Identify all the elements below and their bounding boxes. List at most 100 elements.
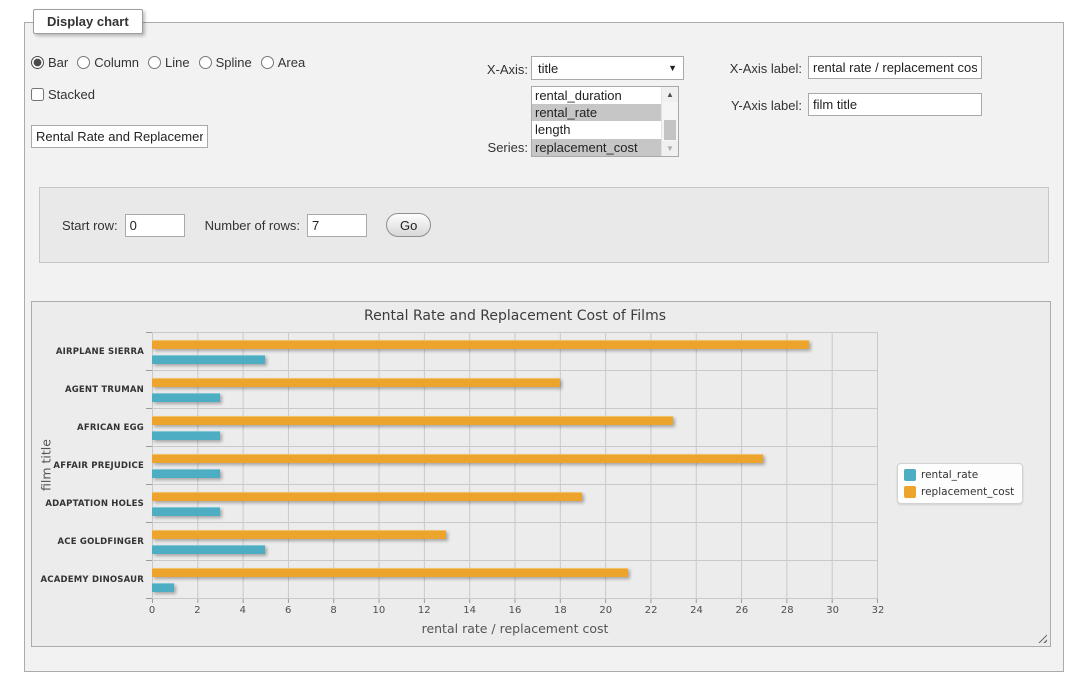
x-tick-label: 0: [149, 605, 155, 616]
chart-row: AFFAIR PREJUDICE: [152, 446, 877, 484]
series-option-length[interactable]: length: [532, 121, 661, 138]
chart-row: AIRPLANE SIERRA: [152, 332, 877, 370]
chart-row: ADAPTATION HOLES: [152, 484, 877, 522]
resize-grip-icon[interactable]: [1035, 631, 1047, 643]
bar-radio[interactable]: [31, 56, 44, 69]
category-label: ACE GOLDFINGER: [58, 537, 144, 547]
display-chart-panel: Display chart BarColumnLineSplineArea St…: [24, 22, 1064, 672]
chart-row: ACE GOLDFINGER: [152, 522, 877, 560]
chart-container: Rental Rate and Replacement Cost of Film…: [31, 301, 1051, 647]
chart-type-option-bar[interactable]: Bar: [31, 55, 68, 70]
x-axis-ticks: [152, 599, 878, 603]
x-tick-label: 8: [330, 605, 336, 616]
chart-type-radio-group: Bar Column Line Spline Area: [31, 55, 305, 70]
scroll-down-icon[interactable]: ▼: [662, 141, 678, 156]
stacked-checkbox[interactable]: [31, 88, 44, 101]
start-row-label: Start row:: [62, 218, 118, 233]
chart-legend: rental_rate replacement_cost: [897, 463, 1023, 504]
bar-replacement_cost[interactable]: [152, 530, 446, 539]
x-axis-select-label: X-Axis:: [445, 62, 528, 77]
x-axis-select[interactable]: title ▼: [531, 56, 684, 80]
scrollbar-thumb[interactable]: [664, 120, 676, 140]
category-label: AFRICAN EGG: [77, 423, 144, 433]
bar-rental_rate[interactable]: [152, 355, 265, 364]
stacked-checkbox-row[interactable]: Stacked: [31, 87, 95, 102]
chart-type-option-line[interactable]: Line: [148, 55, 190, 70]
stacked-label: Stacked: [48, 87, 95, 102]
chart-row: AGENT TRUMAN: [152, 370, 877, 408]
chart-y-axis-title: film title: [39, 439, 54, 491]
radio-label: Bar: [48, 55, 68, 70]
category-label: ACADEMY DINOSAUR: [41, 575, 144, 585]
chart-type-option-spline[interactable]: Spline: [199, 55, 252, 70]
x-tick-label: 32: [872, 605, 885, 616]
x-tick-label: 14: [463, 605, 476, 616]
bar-rental_rate[interactable]: [152, 545, 265, 554]
legend-label: rental_rate: [921, 469, 978, 481]
chart-title: Rental Rate and Replacement Cost of Film…: [152, 308, 878, 324]
bar-replacement_cost[interactable]: [152, 340, 809, 349]
panel-title: Display chart: [33, 9, 143, 34]
go-button[interactable]: Go: [386, 213, 431, 237]
category-label: AFFAIR PREJUDICE: [53, 461, 144, 471]
start-row-input[interactable]: [125, 214, 185, 237]
series-option-rental_duration[interactable]: rental_duration: [532, 87, 661, 104]
bar-rental_rate[interactable]: [152, 583, 174, 592]
chart-type-option-column[interactable]: Column: [77, 55, 139, 70]
bar-replacement_cost[interactable]: [152, 492, 582, 501]
category-label: AGENT TRUMAN: [65, 385, 144, 395]
bar-replacement_cost[interactable]: [152, 454, 763, 463]
chart-title-input[interactable]: [31, 125, 208, 148]
radio-label: Column: [94, 55, 139, 70]
line-radio[interactable]: [148, 56, 161, 69]
bar-rental_rate[interactable]: [152, 507, 220, 516]
x-tick-label: 6: [285, 605, 291, 616]
category-label: ADAPTATION HOLES: [45, 499, 144, 509]
x-axis-label-input[interactable]: [808, 56, 982, 79]
legend-swatch: [904, 469, 916, 481]
x-tick-label: 30: [826, 605, 839, 616]
x-tick-label: 2: [194, 605, 200, 616]
chart-row: AFRICAN EGG: [152, 408, 877, 446]
area-radio[interactable]: [261, 56, 274, 69]
listbox-scrollbar[interactable]: ▲ ▼: [661, 87, 678, 156]
legend-swatch: [904, 486, 916, 498]
chart-type-option-area[interactable]: Area: [261, 55, 305, 70]
x-tick-label: 4: [240, 605, 246, 616]
x-tick-label: 24: [690, 605, 703, 616]
chart-x-axis-title: rental rate / replacement cost: [152, 621, 878, 636]
y-axis-label-input[interactable]: [808, 93, 982, 116]
bar-replacement_cost[interactable]: [152, 378, 560, 387]
bar-rental_rate[interactable]: [152, 469, 220, 478]
column-radio[interactable]: [77, 56, 90, 69]
legend-item-replacement_cost[interactable]: replacement_cost: [904, 486, 1014, 498]
scroll-up-icon[interactable]: ▲: [662, 87, 678, 102]
x-axis-selected-value: title: [538, 61, 668, 76]
series-listbox[interactable]: rental_durationrental_ratelengthreplacem…: [531, 86, 679, 157]
num-rows-label: Number of rows:: [205, 218, 300, 233]
series-options: rental_durationrental_ratelengthreplacem…: [532, 87, 661, 156]
x-tick-label: 22: [645, 605, 658, 616]
x-tick-label: 10: [373, 605, 386, 616]
series-option-replacement_cost[interactable]: replacement_cost: [532, 139, 661, 156]
radio-label: Area: [278, 55, 305, 70]
num-rows-input[interactable]: [307, 214, 367, 237]
bar-replacement_cost[interactable]: [152, 568, 628, 577]
x-tick-label: 20: [599, 605, 612, 616]
legend-item-rental_rate[interactable]: rental_rate: [904, 469, 1014, 481]
spline-radio[interactable]: [199, 56, 212, 69]
legend-label: replacement_cost: [921, 486, 1014, 498]
x-axis-tick-labels: 02468101214161820222426283032: [152, 605, 878, 617]
radio-label: Line: [165, 55, 190, 70]
bar-rental_rate[interactable]: [152, 393, 220, 402]
series-option-rental_rate[interactable]: rental_rate: [532, 104, 661, 121]
x-axis-label-label: X-Axis label:: [685, 61, 802, 76]
radio-label: Spline: [216, 55, 252, 70]
x-tick-label: 18: [554, 605, 567, 616]
plot-area: AIRPLANE SIERRAAGENT TRUMANAFRICAN EGGAF…: [152, 332, 878, 599]
scrollbar-track[interactable]: [662, 102, 678, 141]
bar-replacement_cost[interactable]: [152, 416, 673, 425]
x-tick-label: 28: [781, 605, 794, 616]
x-tick-label: 12: [418, 605, 431, 616]
bar-rental_rate[interactable]: [152, 431, 220, 440]
